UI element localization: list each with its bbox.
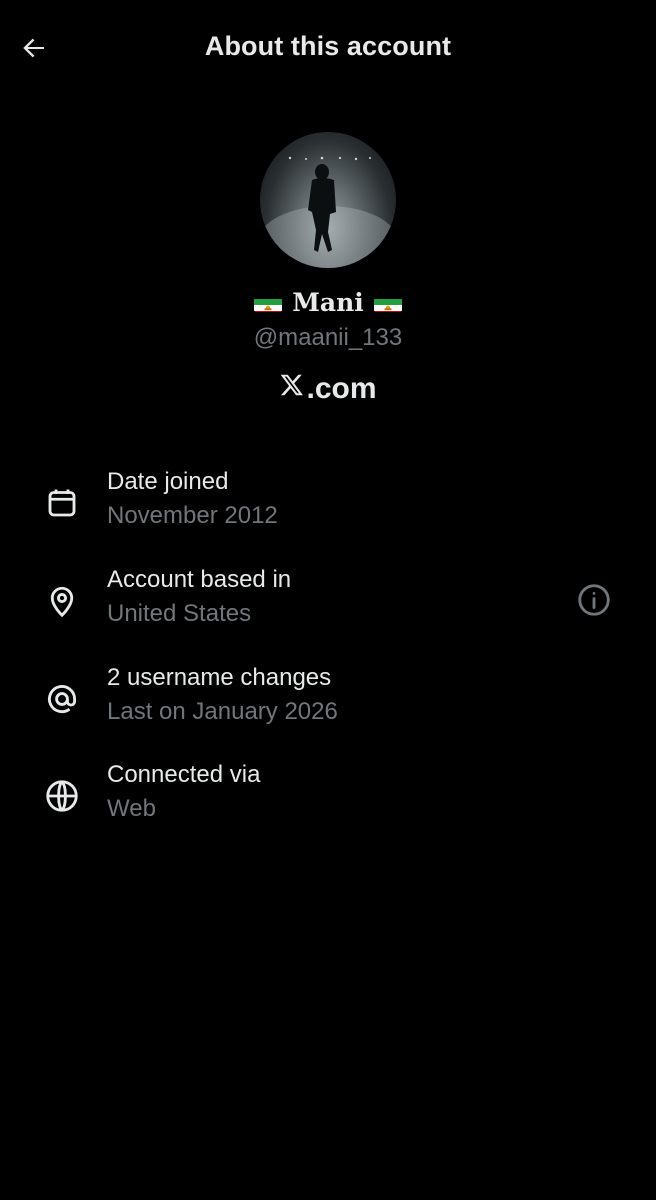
detail-row-username-changes: 2 username changes Last on January 2026 <box>0 663 656 743</box>
info-button[interactable] <box>574 582 614 622</box>
detail-value: United States <box>107 600 252 627</box>
detail-value: Web <box>107 795 156 822</box>
detail-text: Account based in United States <box>107 565 291 629</box>
detail-row-date-joined: Date joined November 2012 <box>0 467 656 547</box>
detail-label: Account based in <box>107 566 292 593</box>
detail-text: Date joined November 2012 <box>107 467 278 531</box>
detail-text: Connected via Web <box>107 760 260 824</box>
page-title: About this account <box>204 31 452 61</box>
avatar[interactable] <box>260 132 396 268</box>
username-handle: @maanii_133 <box>253 324 403 351</box>
calendar-icon <box>42 483 82 523</box>
detail-text: 2 username changes Last on January 2026 <box>107 663 338 727</box>
detail-label: 2 username changes <box>107 664 332 691</box>
iran-lion-sun-flag-icon <box>373 294 402 312</box>
at-sign-icon <box>42 679 82 719</box>
detail-label: Date joined <box>107 468 229 495</box>
detail-value: Last on January 2026 <box>107 698 338 725</box>
display-name: Mani <box>292 288 364 317</box>
info-icon <box>576 582 612 623</box>
x-logo-icon <box>279 372 305 406</box>
top-bar: About this account <box>0 0 656 100</box>
detail-row-account-based-in: Account based in United States <box>0 565 656 645</box>
iran-lion-sun-flag-icon <box>254 294 283 312</box>
platform-suffix: .com <box>306 372 377 405</box>
location-pin-icon <box>42 581 82 621</box>
detail-row-connected-via: Connected via Web <box>0 760 656 840</box>
detail-value: November 2012 <box>107 502 278 529</box>
platform-label: .com <box>0 372 656 406</box>
globe-icon <box>42 776 82 816</box>
display-name-row: Mani <box>0 288 656 317</box>
detail-label: Connected via <box>107 761 261 788</box>
